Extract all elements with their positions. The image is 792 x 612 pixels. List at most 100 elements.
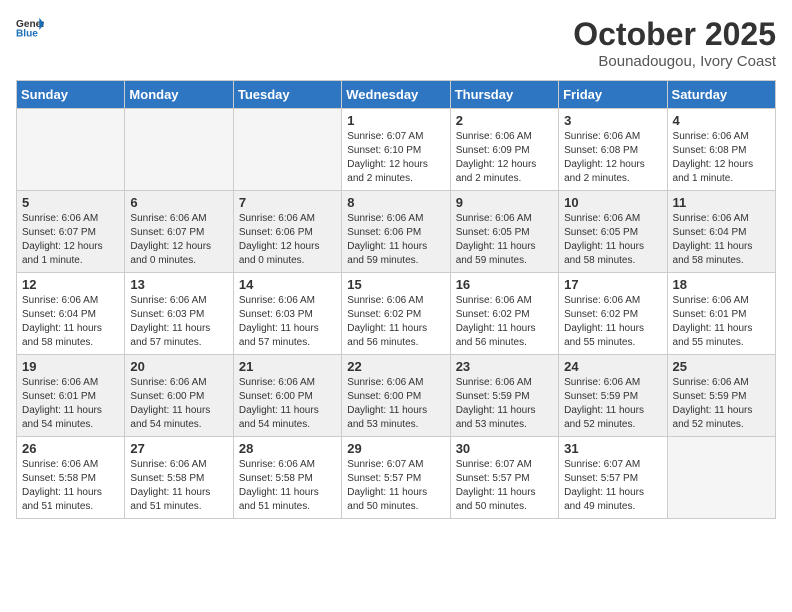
day-number: 1 bbox=[347, 113, 444, 128]
day-info: Sunrise: 6:06 AM Sunset: 6:07 PM Dayligh… bbox=[22, 212, 119, 268]
day-info: Sunrise: 6:06 AM Sunset: 6:06 PM Dayligh… bbox=[347, 212, 444, 268]
day-number: 4 bbox=[673, 113, 770, 128]
calendar-cell: 7Sunrise: 6:06 AM Sunset: 6:06 PM Daylig… bbox=[233, 191, 341, 273]
day-number: 15 bbox=[347, 277, 444, 292]
weekday-header-friday: Friday bbox=[559, 81, 667, 109]
weekday-header-sunday: Sunday bbox=[17, 81, 125, 109]
day-number: 13 bbox=[130, 277, 227, 292]
day-number: 25 bbox=[673, 359, 770, 374]
weekday-header-tuesday: Tuesday bbox=[233, 81, 341, 109]
day-info: Sunrise: 6:06 AM Sunset: 6:00 PM Dayligh… bbox=[130, 376, 227, 432]
calendar-cell: 30 Sunrise: 6:07 AM Sunset: 5:57 PM Dayli… bbox=[450, 437, 558, 519]
day-info: Sunrise: 6:06 AM Sunset: 5:58 PM Dayligh… bbox=[239, 458, 336, 514]
day-info: Sunrise: 6:06 AM Sunset: 6:00 PM Dayligh… bbox=[347, 376, 444, 432]
calendar-cell bbox=[17, 109, 125, 191]
calendar-cell: 24 Sunrise: 6:06 AM Sunset: 5:59 PM Dayli… bbox=[559, 355, 667, 437]
day-number: 23 bbox=[456, 359, 553, 374]
calendar-cell: 13Sunrise: 6:06 AM Sunset: 6:03 PM Dayli… bbox=[125, 273, 233, 355]
day-number: 17 bbox=[564, 277, 661, 292]
title-area: October 2025 Bounadougou, Ivory Coast bbox=[573, 16, 776, 70]
calendar-cell: 12Sunrise: 6:06 AM Sunset: 6:04 PM Dayli… bbox=[17, 273, 125, 355]
day-number: 22 bbox=[347, 359, 444, 374]
calendar-cell: 21 Sunrise: 6:06 AM Sunset: 6:00 PM Dayli… bbox=[233, 355, 341, 437]
calendar-cell: 8Sunrise: 6:06 AM Sunset: 6:06 PM Daylig… bbox=[342, 191, 450, 273]
day-info: Sunrise: 6:06 AM Sunset: 6:02 PM Dayligh… bbox=[456, 294, 553, 350]
day-number: 7 bbox=[239, 195, 336, 210]
day-info: Sunrise: 6:07 AM Sunset: 5:57 PM Dayligh… bbox=[347, 458, 444, 514]
calendar-cell: 15 Sunrise: 6:06 AM Sunset: 6:02 PM Dayli… bbox=[342, 273, 450, 355]
calendar-week-row: 26 Sunrise: 6:06 AM Sunset: 5:58 PM Dayli… bbox=[17, 437, 776, 519]
day-info: Sunrise: 6:06 AM Sunset: 6:01 PM Dayligh… bbox=[22, 376, 119, 432]
day-number: 27 bbox=[130, 441, 227, 456]
day-number: 14 bbox=[239, 277, 336, 292]
day-info: Sunrise: 6:07 AM Sunset: 5:57 PM Dayligh… bbox=[456, 458, 553, 514]
month-title: October 2025 bbox=[573, 16, 776, 53]
weekday-header-wednesday: Wednesday bbox=[342, 81, 450, 109]
day-info: Sunrise: 6:06 AM Sunset: 6:02 PM Dayligh… bbox=[347, 294, 444, 350]
logo: General Blue bbox=[16, 16, 44, 38]
day-info: Sunrise: 6:06 AM Sunset: 5:59 PM Dayligh… bbox=[673, 376, 770, 432]
calendar-cell: 25 Sunrise: 6:06 AM Sunset: 5:59 PM Dayli… bbox=[667, 355, 775, 437]
calendar-cell: 4 Sunrise: 6:06 AM Sunset: 6:08 PM Daylig… bbox=[667, 109, 775, 191]
day-number: 29 bbox=[347, 441, 444, 456]
day-number: 21 bbox=[239, 359, 336, 374]
weekday-header-row: SundayMondayTuesdayWednesdayThursdayFrid… bbox=[17, 81, 776, 109]
day-number: 16 bbox=[456, 277, 553, 292]
day-info: Sunrise: 6:06 AM Sunset: 6:04 PM Dayligh… bbox=[22, 294, 119, 350]
day-number: 3 bbox=[564, 113, 661, 128]
calendar-cell: 11Sunrise: 6:06 AM Sunset: 6:04 PM Dayli… bbox=[667, 191, 775, 273]
calendar-cell: 9Sunrise: 6:06 AM Sunset: 6:05 PM Daylig… bbox=[450, 191, 558, 273]
calendar-cell: 20Sunrise: 6:06 AM Sunset: 6:00 PM Dayli… bbox=[125, 355, 233, 437]
calendar-cell: 6 Sunrise: 6:06 AM Sunset: 6:07 PM Daylig… bbox=[125, 191, 233, 273]
day-number: 2 bbox=[456, 113, 553, 128]
calendar-cell bbox=[125, 109, 233, 191]
day-info: Sunrise: 6:06 AM Sunset: 6:09 PM Dayligh… bbox=[456, 130, 553, 186]
day-number: 9 bbox=[456, 195, 553, 210]
day-info: Sunrise: 6:06 AM Sunset: 6:04 PM Dayligh… bbox=[673, 212, 770, 268]
calendar-cell bbox=[667, 437, 775, 519]
day-info: Sunrise: 6:06 AM Sunset: 5:59 PM Dayligh… bbox=[456, 376, 553, 432]
calendar-week-row: 19Sunrise: 6:06 AM Sunset: 6:01 PM Dayli… bbox=[17, 355, 776, 437]
calendar-cell: 17Sunrise: 6:06 AM Sunset: 6:02 PM Dayli… bbox=[559, 273, 667, 355]
calendar-table: SundayMondayTuesdayWednesdayThursdayFrid… bbox=[16, 80, 776, 519]
calendar-week-row: 5 Sunrise: 6:06 AM Sunset: 6:07 PM Daylig… bbox=[17, 191, 776, 273]
calendar-week-row: 1 Sunrise: 6:07 AM Sunset: 6:10 PM Daylig… bbox=[17, 109, 776, 191]
day-info: Sunrise: 6:06 AM Sunset: 5:58 PM Dayligh… bbox=[22, 458, 119, 514]
day-info: Sunrise: 6:06 AM Sunset: 5:59 PM Dayligh… bbox=[564, 376, 661, 432]
logo-icon: General Blue bbox=[16, 16, 44, 38]
calendar-cell: 23 Sunrise: 6:06 AM Sunset: 5:59 PM Dayli… bbox=[450, 355, 558, 437]
day-number: 30 bbox=[456, 441, 553, 456]
calendar-cell: 16 Sunrise: 6:06 AM Sunset: 6:02 PM Dayli… bbox=[450, 273, 558, 355]
calendar-cell: 31Sunrise: 6:07 AM Sunset: 5:57 PM Dayli… bbox=[559, 437, 667, 519]
calendar-week-row: 12Sunrise: 6:06 AM Sunset: 6:04 PM Dayli… bbox=[17, 273, 776, 355]
weekday-header-saturday: Saturday bbox=[667, 81, 775, 109]
calendar-cell: 18 Sunrise: 6:06 AM Sunset: 6:01 PM Dayli… bbox=[667, 273, 775, 355]
day-info: Sunrise: 6:06 AM Sunset: 6:07 PM Dayligh… bbox=[130, 212, 227, 268]
calendar-cell: 2 Sunrise: 6:06 AM Sunset: 6:09 PM Daylig… bbox=[450, 109, 558, 191]
calendar-cell: 14Sunrise: 6:06 AM Sunset: 6:03 PM Dayli… bbox=[233, 273, 341, 355]
calendar-cell: 27Sunrise: 6:06 AM Sunset: 5:58 PM Dayli… bbox=[125, 437, 233, 519]
day-info: Sunrise: 6:06 AM Sunset: 6:00 PM Dayligh… bbox=[239, 376, 336, 432]
calendar-cell: 19Sunrise: 6:06 AM Sunset: 6:01 PM Dayli… bbox=[17, 355, 125, 437]
day-number: 6 bbox=[130, 195, 227, 210]
location-title: Bounadougou, Ivory Coast bbox=[573, 53, 776, 70]
day-info: Sunrise: 6:06 AM Sunset: 6:05 PM Dayligh… bbox=[564, 212, 661, 268]
day-info: Sunrise: 6:07 AM Sunset: 6:10 PM Dayligh… bbox=[347, 130, 444, 186]
calendar-cell: 10Sunrise: 6:06 AM Sunset: 6:05 PM Dayli… bbox=[559, 191, 667, 273]
calendar-cell bbox=[233, 109, 341, 191]
weekday-header-thursday: Thursday bbox=[450, 81, 558, 109]
day-number: 18 bbox=[673, 277, 770, 292]
day-number: 31 bbox=[564, 441, 661, 456]
page-header: General Blue October 2025 Bounadougou, I… bbox=[16, 16, 776, 70]
svg-text:Blue: Blue bbox=[16, 28, 38, 38]
day-number: 28 bbox=[239, 441, 336, 456]
day-info: Sunrise: 6:06 AM Sunset: 6:08 PM Dayligh… bbox=[673, 130, 770, 186]
day-info: Sunrise: 6:06 AM Sunset: 6:08 PM Dayligh… bbox=[564, 130, 661, 186]
calendar-cell: 22 Sunrise: 6:06 AM Sunset: 6:00 PM Dayli… bbox=[342, 355, 450, 437]
day-number: 26 bbox=[22, 441, 119, 456]
day-number: 5 bbox=[22, 195, 119, 210]
day-number: 24 bbox=[564, 359, 661, 374]
day-info: Sunrise: 6:06 AM Sunset: 6:01 PM Dayligh… bbox=[673, 294, 770, 350]
calendar-cell: 1 Sunrise: 6:07 AM Sunset: 6:10 PM Daylig… bbox=[342, 109, 450, 191]
calendar-cell: 28 Sunrise: 6:06 AM Sunset: 5:58 PM Dayli… bbox=[233, 437, 341, 519]
